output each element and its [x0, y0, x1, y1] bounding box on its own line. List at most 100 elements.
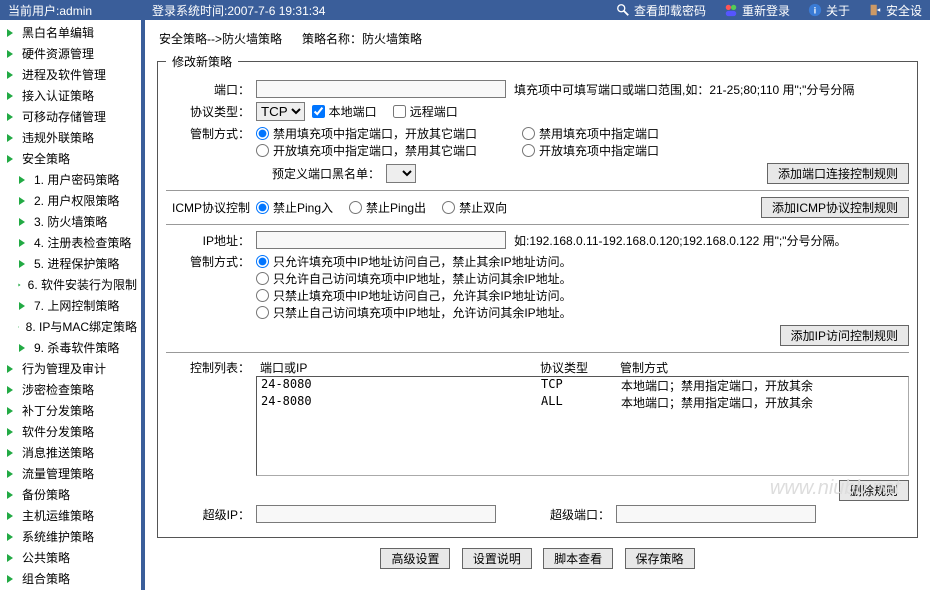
- sidebar-item-20[interactable]: 消息推送策略: [0, 442, 141, 463]
- ctrl-opt-0[interactable]: 禁用填充项中指定端口，开放其它端口: [256, 125, 506, 142]
- ctrl-opt-1[interactable]: 禁用填充项中指定端口: [522, 125, 742, 142]
- view-password-label: 查看卸载密码: [634, 2, 706, 19]
- fieldset-legend: 修改新策略: [166, 53, 238, 70]
- bullet-icon: [6, 49, 16, 59]
- bullet-icon: [18, 322, 20, 332]
- sidebar-item-label: 进程及软件管理: [22, 66, 106, 83]
- sidebar-item-13[interactable]: 7. 上网控制策略: [0, 295, 141, 316]
- ctrl-opt-3[interactable]: 开放填充项中指定端口: [522, 142, 742, 159]
- bullet-icon: [6, 469, 16, 479]
- safe-link[interactable]: 安全设: [868, 2, 922, 19]
- add-port-rule-button[interactable]: 添加端口连接控制规则: [767, 163, 909, 184]
- add-ip-rule-button[interactable]: 添加IP访问控制规则: [780, 325, 909, 346]
- sidebar-item-label: 1. 用户密码策略: [34, 171, 119, 188]
- ctrl-opt-2[interactable]: 开放填充项中指定端口，禁用其它端口: [256, 142, 506, 159]
- sidebar-item-label: 3. 防火墙策略: [34, 213, 107, 230]
- sidebar-item-26[interactable]: 组合策略: [0, 568, 141, 589]
- rule-listbox[interactable]: 24-8080TCP本地端口；禁用指定端口，开放其余24-8080ALL本地端口…: [256, 376, 909, 476]
- remote-port-checkbox[interactable]: [393, 105, 406, 118]
- bullet-icon: [18, 343, 28, 353]
- delete-rule-button[interactable]: 删除规则: [839, 480, 909, 501]
- sidebar-item-label: 2. 用户权限策略: [34, 192, 119, 209]
- add-icmp-rule-button[interactable]: 添加ICMP协议控制规则: [761, 197, 909, 218]
- bullet-icon: [18, 238, 28, 248]
- sidebar-item-9[interactable]: 3. 防火墙策略: [0, 211, 141, 232]
- sidebar-item-2[interactable]: 进程及软件管理: [0, 64, 141, 85]
- sidebar-item-10[interactable]: 4. 注册表检查策略: [0, 232, 141, 253]
- sidebar-item-label: 流量管理策略: [22, 465, 94, 482]
- super-ip-label: 超级IP：: [166, 506, 256, 523]
- sidebar-item-7[interactable]: 1. 用户密码策略: [0, 169, 141, 190]
- blacklist-select[interactable]: [386, 164, 416, 183]
- save-button[interactable]: 保存策略: [625, 548, 695, 569]
- sidebar-item-label: 系统维护策略: [22, 528, 94, 545]
- sidebar-item-6[interactable]: 安全策略: [0, 148, 141, 169]
- sidebar-item-19[interactable]: 软件分发策略: [0, 421, 141, 442]
- sidebar-item-23[interactable]: 主机运维策略: [0, 505, 141, 526]
- list-head-c2: 协议类型: [540, 359, 620, 376]
- advanced-button[interactable]: 高级设置: [380, 548, 450, 569]
- local-port-checkbox[interactable]: [312, 105, 325, 118]
- sidebar-item-3[interactable]: 接入认证策略: [0, 85, 141, 106]
- sidebar-item-21[interactable]: 流量管理策略: [0, 463, 141, 484]
- bullet-icon: [6, 91, 16, 101]
- sidebar-item-label: 安全策略: [22, 150, 70, 167]
- sidebar-item-label: 7. 上网控制策略: [34, 297, 119, 314]
- ip-ctrl-opt-2[interactable]: 只禁止填充项中IP地址访问自己，允许其余IP地址访问。: [256, 287, 576, 304]
- icmp-opt-0[interactable]: 禁止Ping入: [256, 199, 333, 216]
- about-link[interactable]: i 关于: [808, 2, 850, 19]
- bullet-icon: [6, 133, 16, 143]
- super-ip-input[interactable]: [256, 505, 496, 523]
- local-port-check[interactable]: 本地端口: [312, 103, 377, 120]
- icmp-opt-1[interactable]: 禁止Ping出: [349, 199, 426, 216]
- login-label: 登录系统时间:: [152, 4, 227, 18]
- port-input[interactable]: [256, 80, 506, 98]
- ip-hint: 如:192.168.0.11-192.168.0.120;192.168.0.1…: [514, 232, 847, 249]
- sidebar-item-label: 备份策略: [22, 486, 70, 503]
- bullet-icon: [6, 364, 16, 374]
- search-icon: [616, 3, 630, 17]
- sidebar-item-label: 6. 软件安装行为限制: [28, 276, 137, 293]
- ip-ctrl-opt-1[interactable]: 只允许自己访问填充项中IP地址，禁止访问其余IP地址。: [256, 270, 576, 287]
- explain-button[interactable]: 设置说明: [462, 548, 532, 569]
- bullet-icon: [18, 259, 28, 269]
- sidebar-item-1[interactable]: 硬件资源管理: [0, 43, 141, 64]
- list-header: 端口或IP 协议类型 管制方式: [256, 359, 909, 376]
- list-head-c1: 端口或IP: [260, 359, 540, 376]
- sidebar-item-8[interactable]: 2. 用户权限策略: [0, 190, 141, 211]
- super-port-input[interactable]: [616, 505, 816, 523]
- sidebar-item-label: 硬件资源管理: [22, 45, 94, 62]
- proto-select[interactable]: TCP: [256, 102, 305, 121]
- sidebar-item-17[interactable]: 涉密检查策略: [0, 379, 141, 400]
- script-view-button[interactable]: 脚本查看: [543, 548, 613, 569]
- sidebar-item-0[interactable]: 黑白名单编辑: [0, 22, 141, 43]
- sidebar-item-16[interactable]: 行为管理及审计: [0, 358, 141, 379]
- ip-label: IP地址：: [166, 232, 256, 249]
- sidebar-item-25[interactable]: 公共策略: [0, 547, 141, 568]
- sidebar-item-4[interactable]: 可移动存储管理: [0, 106, 141, 127]
- sidebar-item-12[interactable]: 6. 软件安装行为限制: [0, 274, 141, 295]
- list-row[interactable]: 24-8080TCP本地端口；禁用指定端口，开放其余: [257, 377, 908, 394]
- list-row[interactable]: 24-8080ALL本地端口；禁用指定端口，开放其余: [257, 394, 908, 411]
- bullet-icon: [6, 28, 16, 38]
- sidebar-item-24[interactable]: 系统维护策略: [0, 526, 141, 547]
- ip-ctrl-opt-0[interactable]: 只允许填充项中IP地址访问自己，禁止其余IP地址访问。: [256, 253, 576, 270]
- ip-input[interactable]: [256, 231, 506, 249]
- sidebar-item-11[interactable]: 5. 进程保护策略: [0, 253, 141, 274]
- sidebar-item-15[interactable]: 9. 杀毒软件策略: [0, 337, 141, 358]
- relogin-link[interactable]: 重新登录: [724, 2, 790, 19]
- icmp-opt-2[interactable]: 禁止双向: [442, 199, 507, 216]
- bullet-icon: [18, 196, 28, 206]
- ip-ctrl-opt-3[interactable]: 只禁止自己访问填充项中IP地址，允许访问其余IP地址。: [256, 304, 576, 321]
- sidebar-item-22[interactable]: 备份策略: [0, 484, 141, 505]
- remote-port-check[interactable]: 远程端口: [393, 103, 458, 120]
- view-password-link[interactable]: 查看卸载密码: [616, 2, 706, 19]
- bullet-icon: [6, 70, 16, 80]
- about-label: 关于: [826, 2, 850, 19]
- info-icon: i: [808, 3, 822, 17]
- sidebar-item-14[interactable]: 8. IP与MAC绑定策略: [0, 316, 141, 337]
- sidebar: 黑白名单编辑硬件资源管理进程及软件管理接入认证策略可移动存储管理违规外联策略安全…: [0, 20, 145, 590]
- sidebar-item-18[interactable]: 补丁分发策略: [0, 400, 141, 421]
- sidebar-item-5[interactable]: 违规外联策略: [0, 127, 141, 148]
- bullet-icon: [6, 112, 16, 122]
